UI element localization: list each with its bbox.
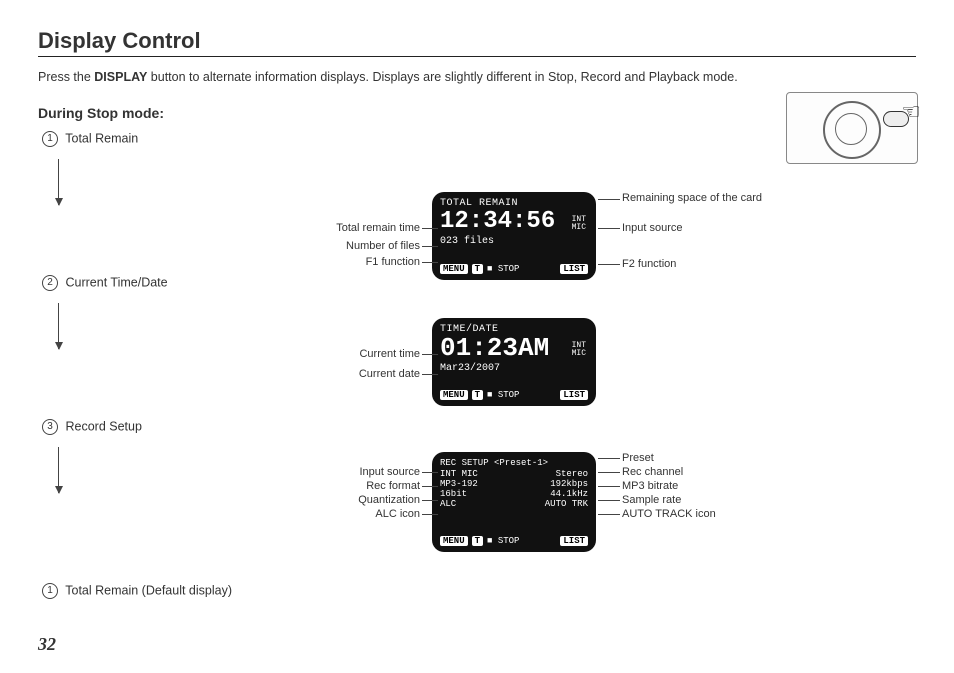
- label-auto-track-icon: AUTO TRACK icon: [622, 508, 716, 520]
- stop-indicator: ■ STOP: [487, 264, 519, 274]
- lcd-header: REC SETUP <Preset-1>: [440, 458, 588, 468]
- step-2-num: 2: [42, 275, 58, 291]
- label-mp3-bitrate: MP3 bitrate: [622, 480, 678, 492]
- lcd-auto-trk: AUTO TRK: [545, 499, 588, 509]
- t-pill: T: [472, 264, 483, 274]
- label-f2-function: F2 function: [622, 258, 676, 270]
- stop-indicator: ■ STOP: [487, 536, 519, 546]
- lcd-date: Mar23/2007: [440, 363, 588, 374]
- lcd-quantization: 16bit: [440, 489, 467, 499]
- label-rec-channel: Rec channel: [622, 466, 683, 478]
- lcd-time: 01:23AM: [440, 335, 588, 361]
- step-4-label: Total Remain (Default display): [65, 583, 232, 597]
- label-rec-format: Rec format: [300, 480, 420, 492]
- label-sample-rate: Sample rate: [622, 494, 681, 506]
- step-3-num: 3: [42, 419, 58, 435]
- lcd-files: 023 files: [440, 236, 588, 247]
- step-1-label: Total Remain: [65, 131, 138, 145]
- menu-pill: MENU: [440, 536, 468, 546]
- label-remaining-space: Remaining space of the card: [622, 192, 762, 204]
- stop-indicator: ■ STOP: [487, 390, 519, 400]
- lcd-rec-channel: Stereo: [556, 469, 588, 479]
- lcd-sample-rate: 44.1kHz: [550, 489, 588, 499]
- lcd-input-source: INTMIC: [572, 342, 586, 358]
- lcd-time: 12:34:56: [440, 210, 588, 234]
- intro-pre: Press the: [38, 70, 94, 84]
- label-number-of-files: Number of files: [290, 240, 420, 252]
- step-4-num: 1: [42, 583, 58, 599]
- list-pill: LIST: [560, 390, 588, 400]
- lcd-alc: ALC: [440, 499, 456, 509]
- label-input-source: Input source: [622, 222, 683, 234]
- arrow-icon: [58, 159, 59, 205]
- lcd-screen-rec-setup: REC SETUP <Preset-1> INT MIC Stereo MP3-1…: [432, 452, 596, 552]
- label-preset: Preset: [622, 452, 654, 464]
- arrow-icon: [58, 303, 59, 349]
- lcd-bitrate: 192kbps: [550, 479, 588, 489]
- lcd-input-src: INT MIC: [440, 469, 478, 479]
- t-pill: T: [472, 536, 483, 546]
- menu-pill: MENU: [440, 264, 468, 274]
- step-2-label: Current Time/Date: [65, 275, 167, 289]
- section-heading: During Stop mode:: [38, 105, 916, 121]
- step-1: 1 Total Remain: [42, 131, 916, 147]
- menu-pill: MENU: [440, 390, 468, 400]
- page-number: 32: [38, 634, 56, 655]
- list-pill: LIST: [560, 264, 588, 274]
- lcd-screen-time-date: TIME/DATE 01:23AM INTMIC Mar23/2007 MENU…: [432, 318, 596, 406]
- step-1-num: 1: [42, 131, 58, 147]
- lcd-rec-format: MP3-192: [440, 479, 478, 489]
- label-input-source: Input source: [300, 466, 420, 478]
- step-3-label: Record Setup: [65, 419, 141, 433]
- pointing-hand-icon: ☜: [901, 99, 921, 125]
- intro-bold: DISPLAY: [94, 70, 147, 84]
- arrow-icon: [58, 447, 59, 493]
- intro-post: button to alternate information displays…: [147, 70, 737, 84]
- label-total-remain-time: Total remain time: [290, 222, 420, 234]
- label-quantization: Quantization: [300, 494, 420, 506]
- page-title: Display Control: [38, 28, 916, 57]
- t-pill: T: [472, 390, 483, 400]
- label-f1-function: F1 function: [290, 256, 420, 268]
- step-3: 3 Record Setup: [42, 419, 916, 435]
- label-current-time: Current time: [290, 348, 420, 360]
- label-alc-icon: ALC icon: [300, 508, 420, 520]
- step-4: 1 Total Remain (Default display): [42, 583, 916, 599]
- list-pill: LIST: [560, 536, 588, 546]
- lcd-input-source: INTMIC: [572, 216, 586, 232]
- intro-text: Press the DISPLAY button to alternate in…: [38, 67, 916, 87]
- lcd-screen-total-remain: TOTAL REMAIN 12:34:56 INTMIC 023 files M…: [432, 192, 596, 280]
- label-current-date: Current date: [290, 368, 420, 380]
